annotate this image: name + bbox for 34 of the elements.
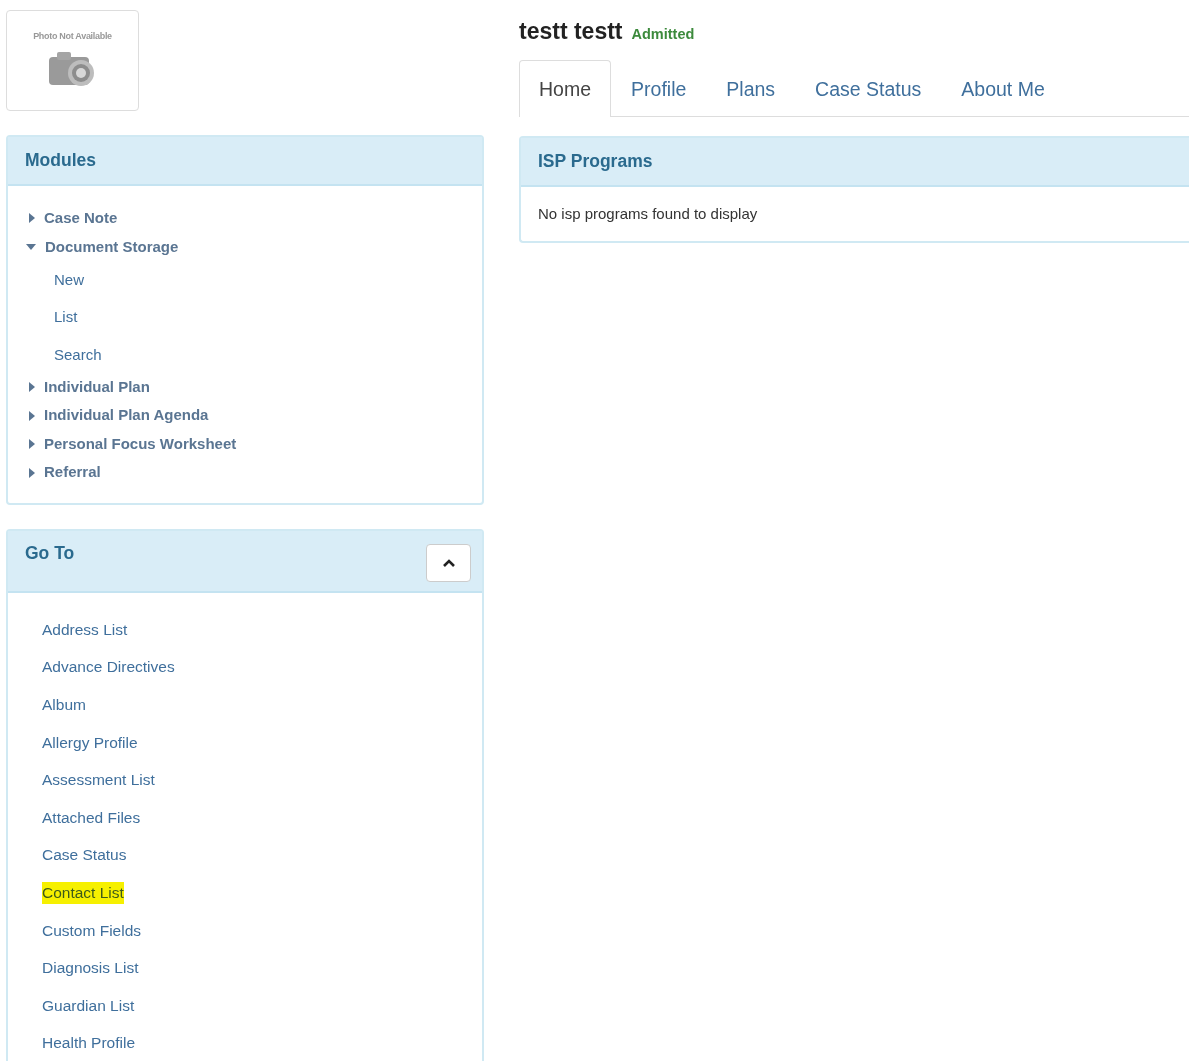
goto-link[interactable]: Diagnosis List [42,949,139,987]
goto-link[interactable]: Address List [42,610,128,649]
goto-link[interactable]: Allergy Profile [42,723,138,762]
goto-link[interactable]: Guardian List [42,986,135,1025]
tab[interactable]: Case Status [795,60,942,117]
goto-link[interactable]: Custom Fields [42,911,142,950]
goto-link[interactable]: Case Status [42,836,127,875]
goto-link[interactable]: Advance Directives [42,648,175,687]
panel-title: ISP Programs [538,151,653,172]
tab[interactable]: Profile [611,60,707,117]
goto-link[interactable]: Assessment List [42,761,155,799]
goto-link[interactable]: Attached Files [42,798,141,837]
chevron-up-icon [441,557,456,568]
module-item[interactable]: Document Storage [26,232,465,261]
module-subitem[interactable]: List [26,298,78,336]
panel-title: Modules [25,150,96,171]
module-item[interactable]: Individual Plan Agenda [26,401,465,430]
module-item[interactable]: Case Note [26,204,465,233]
module-item[interactable]: Individual Plan [26,372,465,402]
empty-message: No isp programs found to display [538,205,758,222]
patient-name: testt testt [519,18,623,45]
module-item[interactable]: Personal Focus Worksheet [26,429,465,459]
tab[interactable]: About Me [941,60,1065,117]
panel-title: Go To [25,542,75,564]
module-item[interactable]: Referral [26,458,465,487]
tab[interactable]: Plans [706,60,796,117]
tab[interactable]: Home [519,60,612,117]
goto-link[interactable]: Album [42,686,86,724]
module-subitem[interactable]: Search [26,335,102,373]
photo-caption: Photo Not Available [33,31,112,41]
status-label: Admitted [631,26,695,42]
collapse-button[interactable] [426,543,471,582]
goto-link[interactable]: Health Profile [42,1024,136,1061]
module-subitem[interactable]: New [26,261,84,299]
